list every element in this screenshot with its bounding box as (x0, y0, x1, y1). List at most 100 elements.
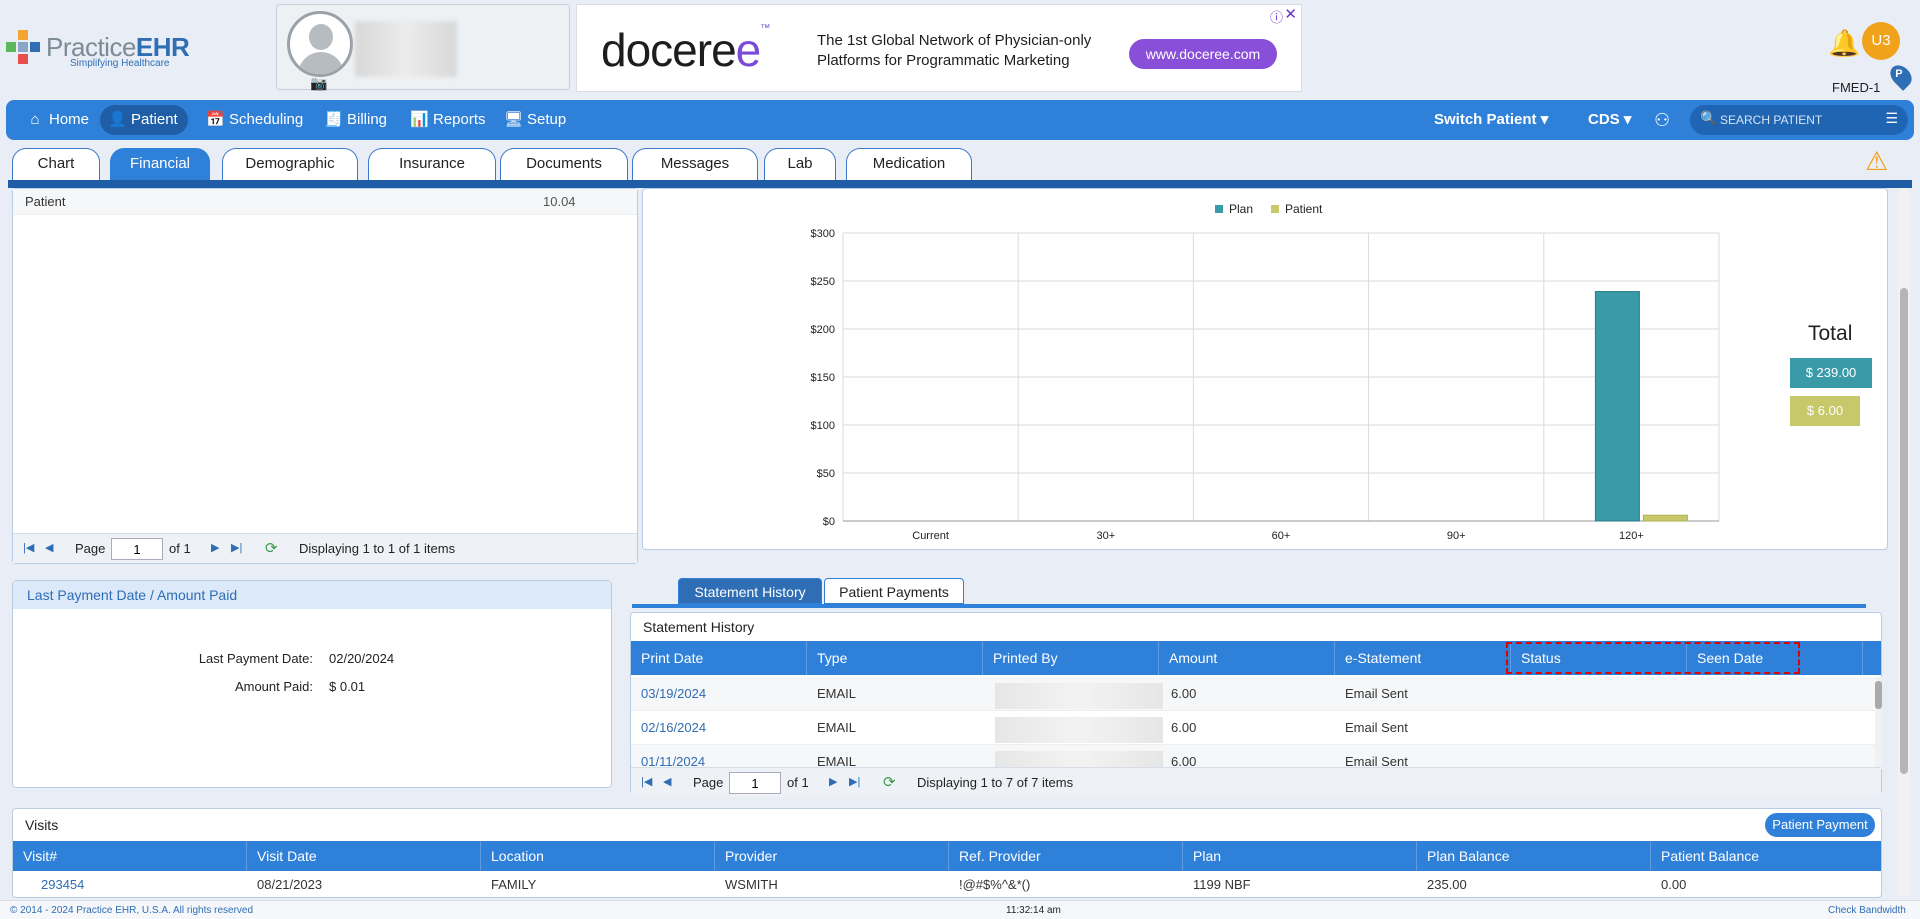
page-scrollbar-thumb[interactable] (1900, 288, 1908, 774)
last-payment-title: Last Payment Date / Amount Paid (13, 581, 611, 609)
column-header-ref-provider[interactable]: Ref. Provider (949, 841, 1183, 871)
patient-avatar[interactable] (287, 11, 353, 77)
tab-documents[interactable]: Documents (500, 148, 628, 182)
column-header-printed-by[interactable]: Printed By (983, 641, 1159, 675)
y-tick-label: $100 (811, 420, 835, 432)
printed-by-redacted (995, 683, 1163, 709)
ad-copy: The 1st Global Network of Physician-only… (817, 31, 1117, 71)
visit-number-link[interactable]: 293454 (31, 871, 84, 897)
visits-panel: Visits Patient Payment Visit# Visit Date… (12, 808, 1882, 898)
table-row[interactable]: 03/19/2024 EMAIL 6.00 Email Sent (631, 677, 1881, 711)
legend-label: Patient (1285, 202, 1323, 216)
nav-scheduling[interactable]: 📅 Scheduling (198, 105, 313, 135)
y-tick-label: $50 (817, 468, 835, 480)
type-cell: EMAIL (817, 720, 857, 735)
table-row[interactable]: Patient 10.04 (13, 189, 637, 215)
x-tick-label: 30+ (1096, 530, 1115, 542)
aging-bar-chart: $0 $50 $100 $150 $200 $250 $300 Current 30+ 60+ 90… (811, 202, 1720, 542)
prev-page-icon[interactable]: ◀ (45, 541, 53, 554)
chevron-down-icon: ▾ (1623, 111, 1632, 128)
bar-plan (1594, 291, 1640, 522)
column-header-provider[interactable]: Provider (715, 841, 949, 871)
type-cell: EMAIL (817, 754, 857, 769)
nav-home[interactable]: ⌂ Home (18, 105, 99, 135)
invoice-icon: 🧾 (324, 111, 343, 128)
refresh-icon[interactable]: ⟳ (265, 539, 278, 557)
row-value: 10.04 (543, 194, 576, 209)
column-header-plan-balance[interactable]: Plan Balance (1417, 841, 1651, 871)
first-page-icon[interactable]: |◀ (23, 541, 34, 554)
page-number-input[interactable] (111, 538, 163, 560)
pager-status: Displaying 1 to 7 of 7 items (917, 775, 1074, 790)
last-page-icon[interactable]: ▶| (231, 541, 242, 554)
column-header-amount[interactable]: Amount (1159, 641, 1335, 675)
next-page-icon[interactable]: ▶ (829, 775, 837, 788)
aging-table-panel: Patient 10.04 |◀ ◀ Page of 1 ▶ ▶| ⟳ Disp… (12, 188, 638, 564)
column-header-plan[interactable]: Plan (1183, 841, 1417, 871)
nav-patient[interactable]: 👤 Patient (100, 105, 188, 135)
camera-icon[interactable]: 📷 (310, 75, 327, 92)
practice-ehr-logo[interactable]: PracticeEHR Simplifying Healthcare (4, 26, 190, 72)
column-header-location[interactable]: Location (481, 841, 715, 871)
tab-messages[interactable]: Messages (632, 148, 758, 182)
page-of-label: of 1 (787, 775, 809, 790)
ad-info-icon[interactable]: ⓘ (1270, 7, 1283, 26)
x-tick-label: 120+ (1619, 530, 1644, 542)
tab-medication[interactable]: Medication (846, 148, 972, 182)
total-plan-badge: $ 239.00 (1790, 358, 1872, 388)
table-row[interactable]: 293454 08/21/2023 FAMILY WSMITH !@#$%^&*… (13, 871, 1881, 897)
column-header-e-statement[interactable]: e-Statement (1335, 641, 1511, 675)
tab-financial[interactable]: Financial (110, 148, 210, 182)
statement-scrollbar-thumb[interactable] (1875, 681, 1882, 709)
print-date-link[interactable]: 01/11/2024 (631, 745, 705, 769)
search-patient-input[interactable] (1720, 110, 1870, 130)
column-header-print-date[interactable]: Print Date (631, 641, 807, 675)
nav-reports[interactable]: 📊 Reports (402, 105, 496, 135)
tab-demographic[interactable]: Demographic (222, 148, 358, 182)
page-number-input[interactable] (729, 772, 781, 794)
column-header-type[interactable]: Type (807, 641, 983, 675)
notification-bell-icon[interactable]: 🔔 (1828, 28, 1860, 59)
main-navbar: ⌂ Home 👤 Patient 📅 Scheduling 🧾 Billing 📊 Rep… (6, 100, 1914, 140)
table-row[interactable]: 02/16/2024 EMAIL 6.00 Email Sent (631, 711, 1881, 745)
page-of-label: of 1 (169, 541, 191, 556)
tab-patient-payments[interactable]: Patient Payments (824, 578, 964, 604)
ad-close-icon[interactable]: ✕ (1284, 5, 1297, 23)
e-statement-cell: Email Sent (1345, 754, 1408, 769)
ad-cta-button[interactable]: www.doceree.com (1129, 39, 1277, 69)
facility-label: FMED-1 (1832, 80, 1881, 95)
print-date-link[interactable]: 02/16/2024 (631, 711, 706, 745)
next-page-icon[interactable]: ▶ (211, 541, 219, 554)
logo-tagline: Simplifying Healthcare (70, 58, 170, 69)
search-icon: 🔍 (1700, 110, 1718, 126)
check-bandwidth-link[interactable]: Check Bandwidth (1828, 905, 1906, 916)
user-avatar[interactable]: U3 (1862, 22, 1900, 60)
tab-chart[interactable]: Chart (12, 148, 100, 182)
first-page-icon[interactable]: |◀ (641, 775, 652, 788)
switch-patient-dropdown[interactable]: Switch Patient ▾ (1434, 100, 1548, 140)
add-user-icon[interactable]: ⚇ (1654, 100, 1670, 140)
tab-insurance[interactable]: Insurance (368, 148, 496, 182)
filter-sliders-icon[interactable]: ☰ (1885, 110, 1898, 127)
statement-tab-underline (632, 604, 1866, 608)
column-header-visit-number[interactable]: Visit# (13, 841, 247, 871)
chevron-down-icon: ▾ (1540, 111, 1549, 128)
table-row[interactable]: 01/11/2024 EMAIL 6.00 Email Sent (631, 745, 1881, 769)
advertisement-banner[interactable]: doceree™ The 1st Global Network of Physi… (576, 4, 1302, 92)
column-header-patient-balance[interactable]: Patient Balance (1651, 841, 1881, 871)
last-page-icon[interactable]: ▶| (849, 775, 860, 788)
tab-lab[interactable]: Lab (764, 148, 836, 182)
prev-page-icon[interactable]: ◀ (663, 775, 671, 788)
legend-swatch (1271, 205, 1279, 213)
last-payment-panel: Last Payment Date / Amount Paid Last Pay… (12, 580, 612, 788)
print-date-link[interactable]: 03/19/2024 (631, 677, 706, 711)
tab-statement-history[interactable]: Statement History (678, 578, 822, 604)
warning-icon[interactable]: ⚠ (1865, 146, 1888, 177)
cds-dropdown[interactable]: CDS ▾ (1588, 100, 1631, 140)
nav-billing[interactable]: 🧾 Billing (316, 105, 397, 135)
nav-setup[interactable]: 🖥 Setup (496, 105, 576, 135)
patient-payment-button[interactable]: Patient Payment (1765, 813, 1875, 837)
column-header-visit-date[interactable]: Visit Date (247, 841, 481, 871)
amount-paid-label: Amount Paid: (234, 679, 313, 694)
refresh-icon[interactable]: ⟳ (883, 773, 896, 791)
